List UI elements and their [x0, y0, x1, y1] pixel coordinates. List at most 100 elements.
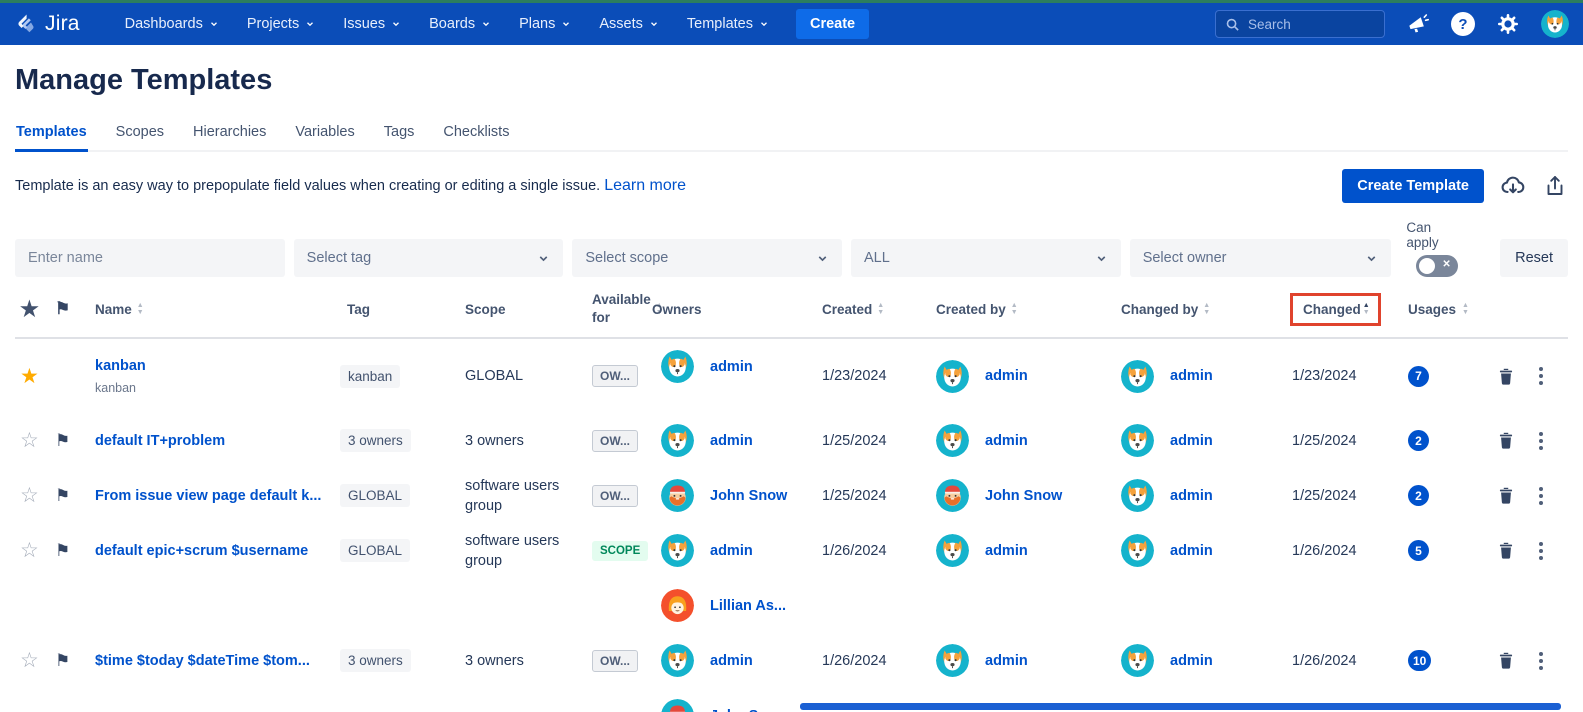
owner-avatar[interactable] — [661, 644, 694, 677]
template-flag[interactable]: ⚑ — [55, 468, 95, 523]
tab-templates[interactable]: Templates — [15, 124, 88, 152]
changed-by-avatar[interactable] — [1121, 424, 1154, 457]
import-templates-button[interactable] — [1500, 173, 1526, 199]
announcements-icon[interactable] — [1405, 11, 1431, 37]
available-for-chip[interactable]: OW... — [592, 650, 638, 672]
owner-avatar[interactable] — [661, 479, 694, 512]
can-apply-toggle[interactable]: ✕ — [1416, 255, 1458, 277]
favorite-star[interactable]: ☆ — [15, 633, 55, 688]
template-name-link[interactable]: From issue view page default k... — [95, 488, 321, 504]
reset-filters-button[interactable]: Reset — [1500, 239, 1568, 277]
delete-template-button[interactable] — [1490, 431, 1522, 450]
template-name-link[interactable]: default IT+problem — [95, 433, 225, 449]
created-by-link[interactable]: admin — [985, 433, 1028, 449]
settings-gear-icon[interactable] — [1495, 11, 1521, 37]
learn-more-link[interactable]: Learn more — [604, 177, 686, 195]
filter-status-select[interactable]: ALL — [851, 239, 1121, 277]
created-by-link[interactable]: admin — [985, 653, 1028, 669]
template-name-link[interactable]: kanban — [95, 358, 146, 374]
column-header-tag[interactable]: Tag — [340, 302, 465, 317]
flag-icon[interactable]: ⚑ — [55, 486, 70, 506]
created-by-avatar[interactable] — [936, 479, 969, 512]
template-name-link[interactable]: default epic+scrum $username — [95, 543, 308, 559]
owner-avatar[interactable] — [661, 424, 694, 457]
available-for-chip[interactable]: OW... — [592, 365, 638, 387]
created-by-avatar[interactable] — [936, 424, 969, 457]
more-actions-button[interactable] — [1522, 432, 1560, 450]
owner-link[interactable]: admin — [710, 653, 753, 669]
template-flag[interactable] — [55, 339, 95, 413]
flag-icon[interactable]: ⚑ — [55, 431, 70, 451]
owner-link[interactable]: Lillian As... — [710, 598, 786, 614]
tab-tags[interactable]: Tags — [383, 124, 416, 152]
column-header-changed-by[interactable]: Changed by ▲▼ — [1110, 302, 1290, 317]
created-by-avatar[interactable] — [936, 534, 969, 567]
star-icon[interactable]: ★ — [20, 364, 39, 389]
column-header-created[interactable]: Created ▲▼ — [820, 302, 930, 317]
column-header-changed[interactable]: Changed ▲▼ — [1290, 293, 1400, 326]
help-icon[interactable]: ? — [1451, 12, 1475, 36]
created-by-link[interactable]: admin — [985, 543, 1028, 559]
tab-hierarchies[interactable]: Hierarchies — [192, 124, 267, 152]
column-header-owners[interactable]: Owners — [650, 302, 820, 317]
owner-link[interactable]: admin — [710, 433, 753, 449]
flag-icon[interactable]: ⚑ — [55, 651, 70, 671]
owner-link[interactable]: John Snow — [710, 488, 787, 504]
nav-item-dashboards[interactable]: Dashboards — [114, 10, 230, 38]
changed-by-link[interactable]: admin — [1170, 433, 1213, 449]
star-icon[interactable]: ☆ — [20, 538, 39, 563]
created-by-link[interactable]: admin — [985, 368, 1028, 384]
created-by-link[interactable]: John Snow — [985, 488, 1062, 504]
column-header-name[interactable]: Name ▲▼ — [95, 302, 340, 317]
owner-avatar[interactable] — [661, 534, 694, 567]
filter-tag-select[interactable]: Select tag — [294, 239, 564, 277]
nav-item-issues[interactable]: Issues — [332, 10, 412, 38]
changed-by-link[interactable]: admin — [1170, 543, 1213, 559]
owner-avatar[interactable] — [661, 350, 694, 383]
tab-variables[interactable]: Variables — [294, 124, 355, 152]
user-avatar[interactable] — [1541, 10, 1569, 38]
flag-icon[interactable]: ⚑ — [55, 541, 70, 561]
tab-scopes[interactable]: Scopes — [115, 124, 165, 152]
filter-owner-select[interactable]: Select owner — [1130, 239, 1392, 277]
changed-by-link[interactable]: admin — [1170, 653, 1213, 669]
delete-template-button[interactable] — [1490, 651, 1522, 670]
owner-avatar[interactable] — [661, 699, 694, 712]
delete-template-button[interactable] — [1490, 541, 1522, 560]
column-header-scope[interactable]: Scope — [465, 302, 592, 317]
created-by-avatar[interactable] — [936, 360, 969, 393]
favorite-star[interactable]: ☆ — [15, 468, 55, 523]
star-icon[interactable]: ☆ — [20, 483, 39, 508]
delete-template-button[interactable] — [1490, 486, 1522, 505]
filter-scope-select[interactable]: Select scope — [572, 239, 842, 277]
favorite-column-header-star-icon[interactable]: ★ — [15, 297, 55, 322]
owner-avatar[interactable] — [661, 589, 694, 622]
owner-link[interactable]: John Snow — [710, 708, 787, 712]
favorite-star[interactable]: ☆ — [15, 413, 55, 468]
column-header-created-by[interactable]: Created by ▲▼ — [930, 302, 1110, 317]
favorite-star[interactable]: ★ — [15, 339, 55, 413]
changed-by-avatar[interactable] — [1121, 534, 1154, 567]
nav-item-projects[interactable]: Projects — [236, 10, 326, 38]
changed-by-avatar[interactable] — [1121, 644, 1154, 677]
available-for-chip[interactable]: OW... — [592, 485, 638, 507]
column-header-usages-sort[interactable]: ▲▼ — [1460, 302, 1490, 316]
global-search[interactable] — [1215, 10, 1385, 38]
search-input[interactable] — [1248, 17, 1368, 32]
changed-by-avatar[interactable] — [1121, 479, 1154, 512]
jira-logo[interactable]: Jira — [14, 12, 80, 36]
more-actions-button[interactable] — [1522, 487, 1560, 505]
available-for-chip[interactable]: OW... — [592, 430, 638, 452]
tab-checklists[interactable]: Checklists — [442, 124, 510, 152]
template-flag[interactable]: ⚑ — [55, 413, 95, 468]
filter-name-input[interactable] — [15, 239, 285, 277]
template-name-link[interactable]: $time $today $dateTime $tom... — [95, 653, 310, 669]
template-flag[interactable]: ⚑ — [55, 633, 95, 688]
template-flag[interactable]: ⚑ — [55, 523, 95, 578]
column-header-usages[interactable]: Usages — [1400, 302, 1460, 317]
more-actions-button[interactable] — [1522, 652, 1560, 670]
nav-item-templates[interactable]: Templates — [676, 10, 780, 38]
favorite-star[interactable]: ☆ — [15, 523, 55, 578]
owner-link[interactable]: admin — [710, 359, 753, 375]
more-actions-button[interactable] — [1522, 542, 1560, 560]
